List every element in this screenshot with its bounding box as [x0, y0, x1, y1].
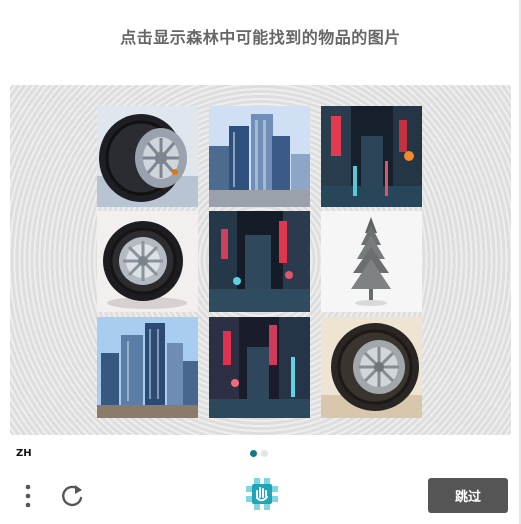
language-selector[interactable]: ZH: [16, 448, 32, 459]
skyscrapers-image: [209, 106, 310, 207]
tire-image: [97, 211, 198, 312]
neon-street-image: [209, 211, 310, 312]
skyscrapers-image: [97, 317, 198, 418]
neon-street-image: [321, 106, 422, 207]
image-tile-4-tire[interactable]: [97, 211, 198, 312]
image-tile-9-tire[interactable]: [321, 317, 422, 418]
hcaptcha-logo: [246, 478, 278, 510]
refresh-icon: [62, 485, 83, 507]
menu-button[interactable]: [18, 482, 38, 510]
pine-tree-image: [321, 211, 422, 312]
refresh-button[interactable]: [58, 482, 86, 510]
image-tile-2-city[interactable]: [209, 106, 310, 207]
challenge-prompt: 点击显示森林中可能找到的物品的图片: [120, 28, 401, 47]
image-tile-3-neon-street[interactable]: [321, 106, 422, 207]
page-dot-active: [250, 450, 257, 457]
skip-button[interactable]: 跳过: [428, 478, 508, 513]
image-grid-panel: [10, 85, 511, 435]
tire-image: [321, 317, 422, 418]
image-tile-6-pine-tree[interactable]: [321, 211, 422, 312]
tire-image: [97, 106, 198, 207]
image-tile-5-neon-street[interactable]: [209, 211, 310, 312]
page-dot-inactive: [261, 450, 268, 457]
image-tile-1-tire[interactable]: [97, 106, 198, 207]
image-tile-8-neon-street[interactable]: [209, 317, 310, 418]
image-tile-7-city[interactable]: [97, 317, 198, 418]
kebab-menu-icon: [25, 484, 31, 508]
neon-street-image: [209, 317, 310, 418]
hcaptcha-logo-icon: [246, 478, 278, 510]
